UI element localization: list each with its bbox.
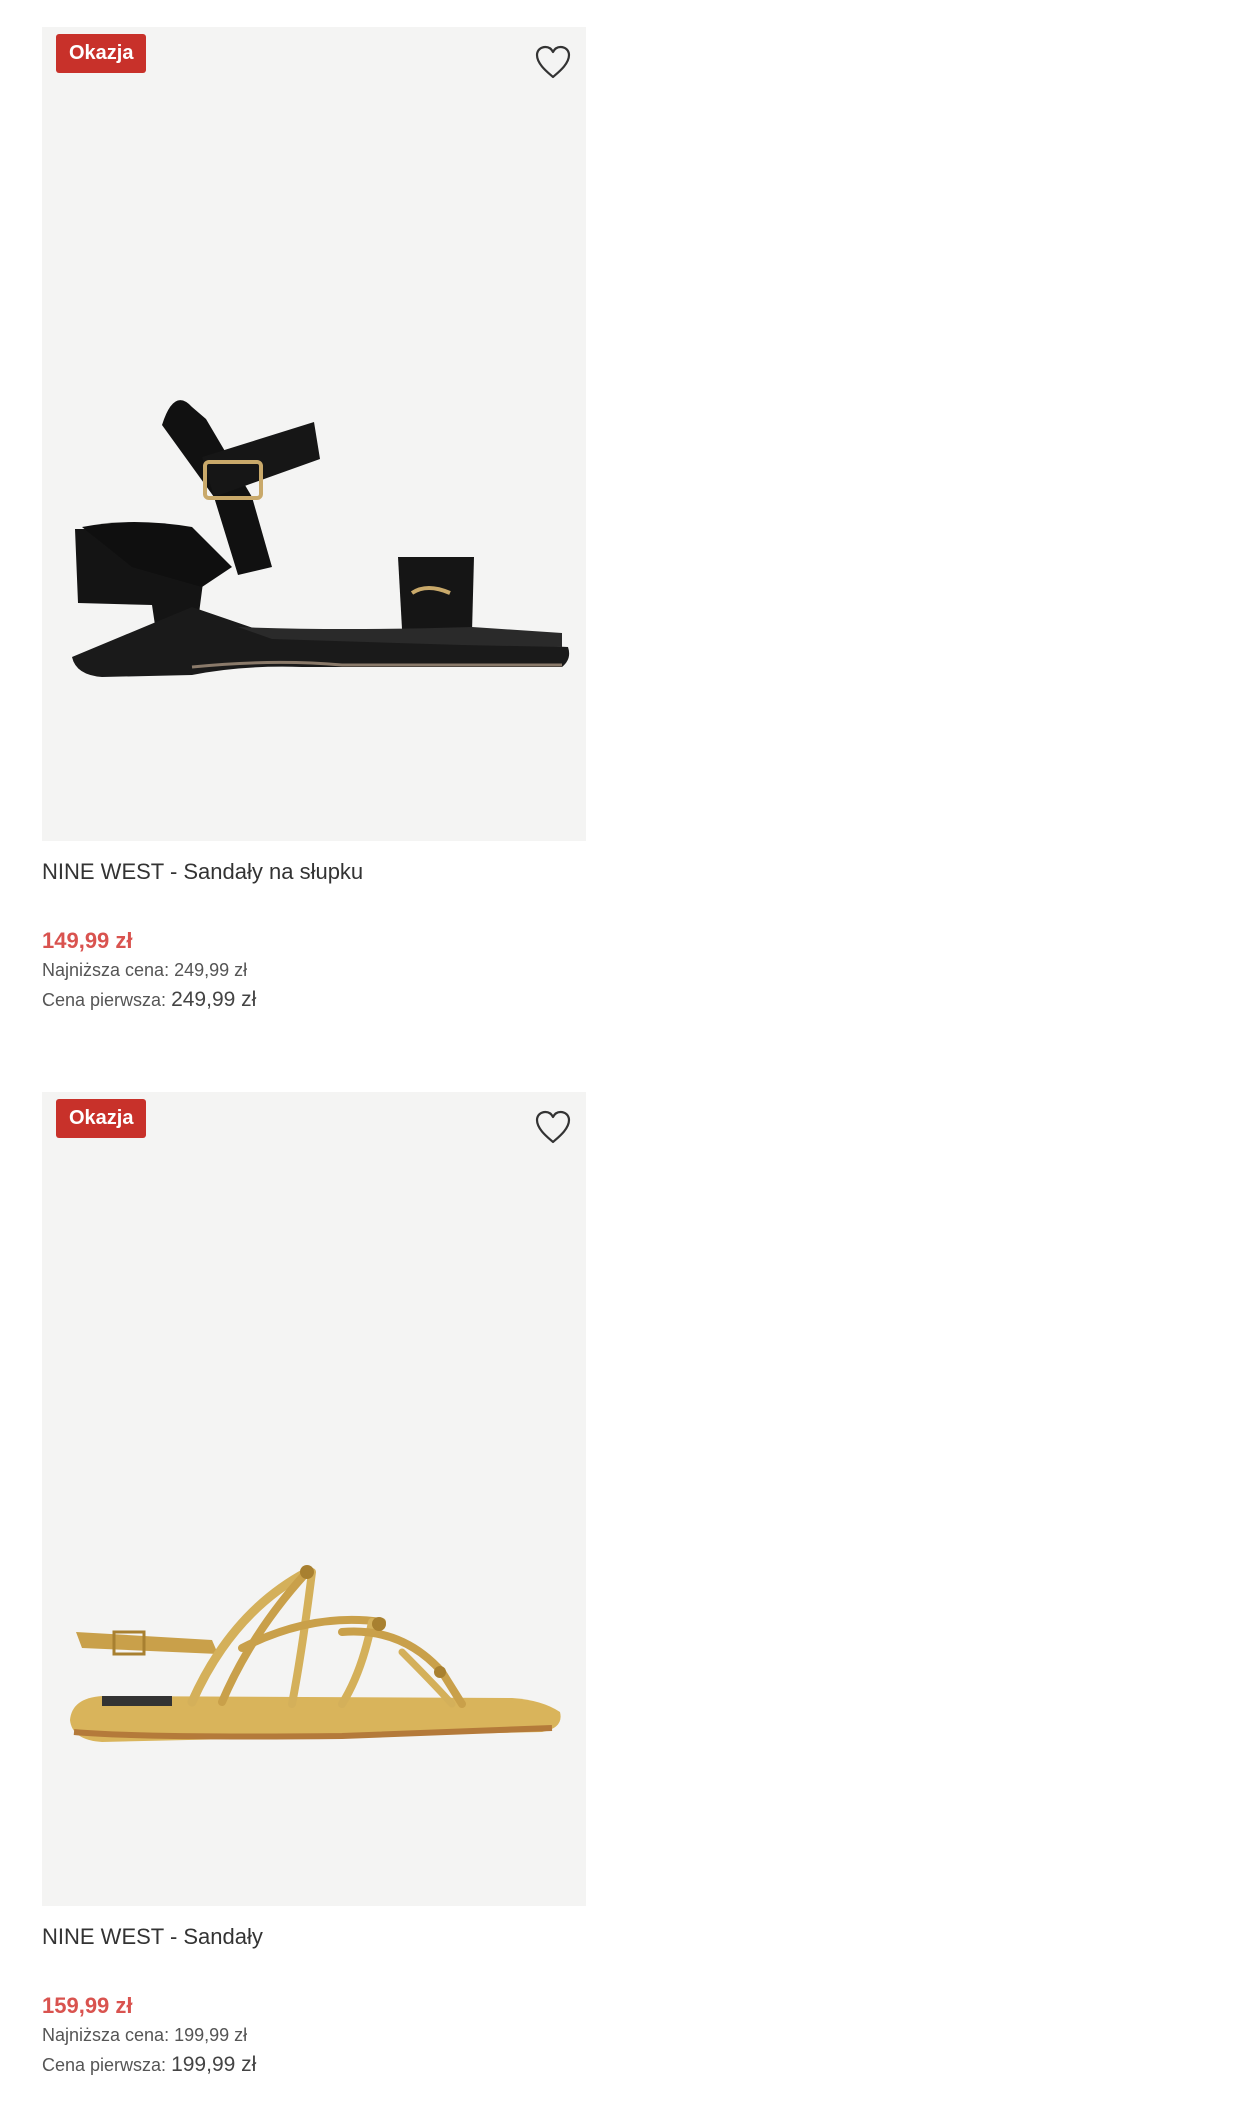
- favorite-button[interactable]: [534, 1109, 572, 1145]
- sale-badge: Okazja: [56, 34, 147, 73]
- original-price-value: 199,99 zł: [171, 2053, 257, 2076]
- sale-price: 149,99 zł: [42, 928, 133, 953]
- lowest-price-value: 199,99 zł: [174, 2025, 248, 2045]
- sale-badge: Okazja: [56, 1099, 147, 1138]
- gold-sandal-image: [70, 1565, 561, 1742]
- lowest-price-row: Najniższa cena: 249,99 zł: [42, 955, 586, 985]
- lowest-price-value: 249,99 zł: [174, 960, 248, 980]
- original-price-label: Cena pierwsza:: [42, 2055, 167, 2075]
- product-image[interactable]: Okazja: [42, 1092, 586, 1906]
- favorite-button[interactable]: [534, 44, 572, 80]
- original-price-value: 249,99 zł: [171, 988, 257, 1011]
- lowest-price-row: Najniższa cena: 199,99 zł: [42, 2020, 586, 2050]
- product-title[interactable]: NINE WEST - Sandały na słupku: [42, 857, 586, 887]
- heart-outline-icon: [535, 1110, 571, 1144]
- original-price-label: Cena pierwsza:: [42, 990, 167, 1010]
- product-card[interactable]: Okazja NINE WEST - Sandały 159,99 zł Naj…: [42, 1092, 586, 2080]
- product-image[interactable]: Okazja: [42, 27, 586, 841]
- original-price-row: Cena pierwsza: 199,99 zł: [42, 2050, 586, 2080]
- sale-price: 159,99 zł: [42, 1993, 133, 2018]
- product-title[interactable]: NINE WEST - Sandały: [42, 1922, 586, 1952]
- product-card[interactable]: Okazja NINE WEST - Sandały na słupku 149…: [42, 27, 586, 1015]
- lowest-price-label: Najniższa cena:: [42, 2025, 170, 2045]
- black-sandal-image: [72, 400, 570, 677]
- lowest-price-label: Najniższa cena:: [42, 960, 170, 980]
- original-price-row: Cena pierwsza: 249,99 zł: [42, 985, 586, 1015]
- heart-outline-icon: [535, 45, 571, 79]
